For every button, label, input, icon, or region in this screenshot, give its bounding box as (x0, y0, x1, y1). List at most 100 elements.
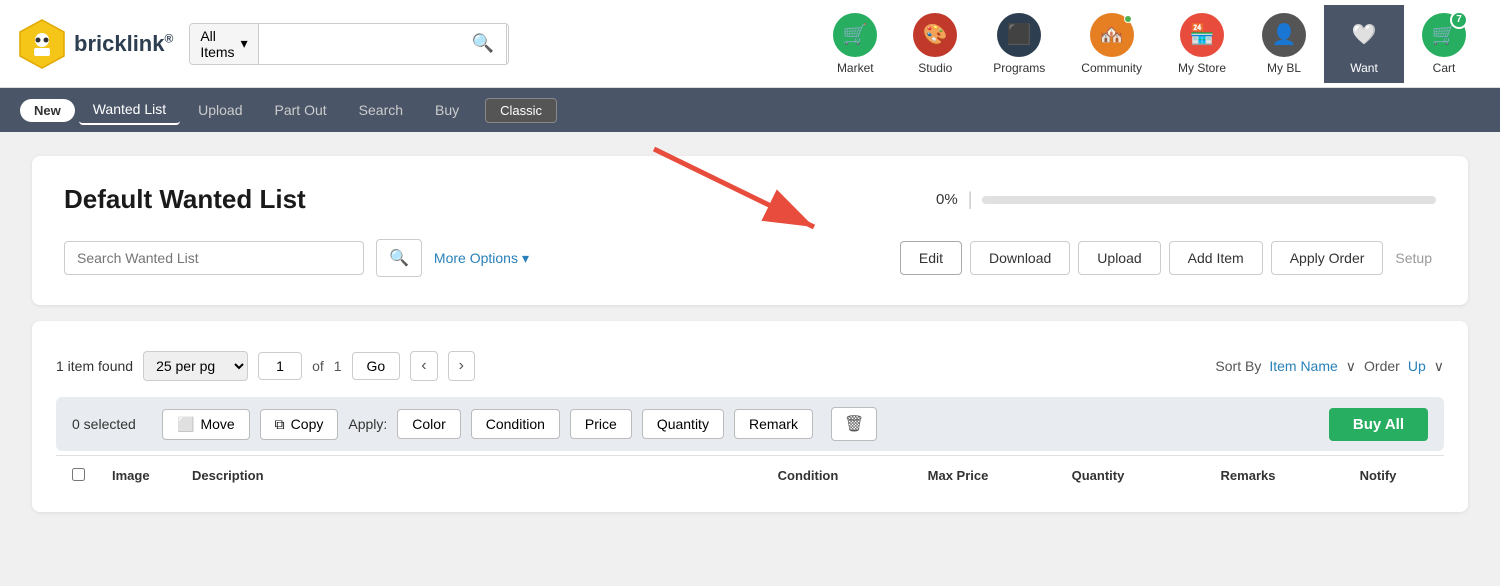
go-button[interactable]: Go (352, 352, 401, 380)
search-bar: All Items ▾ 🔍 Search (189, 23, 509, 65)
th-remarks: Remarks (1168, 468, 1328, 484)
studio-label: Studio (918, 61, 952, 75)
search-input[interactable] (259, 24, 460, 64)
market-icon: 🛒 (833, 13, 877, 57)
order-label: Order (1364, 358, 1400, 374)
community-badge (1124, 15, 1132, 23)
nav-icons: 🛒 Market 🎨 Studio ⬛ Programs 🏘️ Communit… (815, 5, 1484, 83)
want-label: Want (1350, 61, 1378, 75)
th-condition: Condition (728, 468, 888, 484)
studio-icon: 🎨 (913, 13, 957, 57)
selected-count-label: 0 selected (72, 416, 152, 432)
sub-nav-part-out[interactable]: Part Out (261, 96, 341, 124)
condition-button[interactable]: Condition (471, 409, 560, 439)
quantity-button[interactable]: Quantity (642, 409, 724, 439)
move-button[interactable]: ⬜ Move (162, 409, 250, 440)
of-label: of (312, 358, 324, 374)
move-label: Move (200, 416, 234, 432)
wanted-list-card: Default Wanted List 0% | 🔍 More Options … (32, 156, 1468, 305)
cart-label: Cart (1433, 61, 1456, 75)
upload-button[interactable]: Upload (1078, 241, 1160, 275)
delete-button[interactable]: 🗑 (831, 407, 877, 441)
sort-field-link[interactable]: Item Name (1269, 358, 1337, 374)
nav-cart[interactable]: 🛒 7 Cart (1404, 5, 1484, 83)
table-card: 1 item found 25 per pg 50 per pg 100 per… (32, 321, 1468, 512)
next-page-button[interactable]: › (448, 351, 475, 381)
nav-want[interactable]: 🤍 Want (1324, 5, 1404, 83)
sub-nav-upload[interactable]: Upload (184, 96, 256, 124)
move-icon: ⬜ (177, 416, 194, 433)
nav-programs[interactable]: ⬛ Programs (975, 5, 1063, 83)
wanted-search-icon-button[interactable]: 🔍 (376, 239, 422, 277)
download-button[interactable]: Download (970, 241, 1070, 275)
search-dropdown[interactable]: All Items ▾ (190, 24, 258, 64)
apply-order-button[interactable]: Apply Order (1271, 241, 1384, 275)
market-label: Market (837, 61, 874, 75)
copy-icon: ⧉ (275, 416, 285, 433)
color-button[interactable]: Color (397, 409, 460, 439)
progress-area: 0% | (936, 189, 1436, 210)
select-all-checkbox[interactable] (72, 468, 85, 481)
nav-community[interactable]: 🏘️ Community (1063, 5, 1160, 83)
top-nav: bricklink® All Items ▾ 🔍 Search 🛒 Market… (0, 0, 1500, 88)
setup-button[interactable]: Setup (1391, 242, 1436, 274)
community-icon: 🏘️ (1090, 13, 1134, 57)
nav-mystore[interactable]: 🏪 My Store (1160, 5, 1244, 83)
prev-page-button[interactable]: ‹ (410, 351, 437, 381)
action-buttons: Edit Download Upload Add Item Apply Orde… (900, 241, 1436, 275)
sub-nav-buy[interactable]: Buy (421, 96, 473, 124)
search-button[interactable]: Search (506, 24, 509, 64)
sort-chevron-icon: ∨ (1346, 358, 1356, 375)
logo-icon (16, 18, 68, 70)
mybl-icon: 👤 (1262, 13, 1306, 57)
new-button[interactable]: New (20, 99, 75, 122)
progress-bar-bg (982, 196, 1436, 204)
mybl-label: My BL (1267, 61, 1301, 75)
wanted-list-search-input[interactable] (64, 241, 364, 275)
title-row: Default Wanted List 0% | (64, 184, 1436, 215)
th-max-price: Max Price (888, 468, 1028, 484)
pagination-row: 1 item found 25 per pg 50 per pg 100 per… (56, 337, 1444, 389)
more-options-label: More Options (434, 250, 518, 266)
items-found-label: 1 item found (56, 358, 133, 374)
copy-button[interactable]: ⧉ Copy (260, 409, 339, 440)
th-image: Image (112, 468, 192, 484)
mystore-icon: 🏪 (1180, 13, 1224, 57)
programs-label: Programs (993, 61, 1045, 75)
logo-area: bricklink® (16, 18, 173, 70)
bulk-actions-row: 0 selected ⬜ Move ⧉ Copy Apply: Color Co… (56, 397, 1444, 451)
dropdown-label: All Items (200, 28, 234, 60)
dropdown-chevron-icon: ▾ (241, 35, 248, 52)
add-item-button[interactable]: Add Item (1169, 241, 1263, 275)
th-description: Description (192, 468, 728, 484)
buy-all-button[interactable]: Buy All (1329, 408, 1428, 441)
sort-by-label: Sort By (1215, 358, 1261, 374)
cart-icon: 🛒 7 (1422, 13, 1466, 57)
search-magnify-icon[interactable]: 🔍 (460, 33, 506, 54)
th-quantity: Quantity (1028, 468, 1168, 484)
sub-nav-search[interactable]: Search (345, 96, 417, 124)
progress-percent: 0% (936, 191, 958, 208)
nav-market[interactable]: 🛒 Market (815, 5, 895, 83)
search-row: 🔍 More Options ▾ Edit Download Upload Ad… (64, 239, 1436, 277)
programs-icon: ⬛ (997, 13, 1041, 57)
order-direction-link[interactable]: Up (1408, 358, 1426, 374)
order-chevron-icon: ∨ (1434, 358, 1444, 375)
more-options-link[interactable]: More Options ▾ (434, 250, 529, 267)
edit-button[interactable]: Edit (900, 241, 962, 275)
th-checkbox (72, 468, 112, 484)
th-notify: Notify (1328, 468, 1428, 484)
copy-label: Copy (291, 416, 324, 432)
cart-badge: 7 (1450, 11, 1468, 29)
page-number-input[interactable] (258, 352, 302, 380)
remark-button[interactable]: Remark (734, 409, 813, 439)
nav-studio[interactable]: 🎨 Studio (895, 5, 975, 83)
search-section: 🔍 More Options ▾ Edit Download Upload Ad… (64, 239, 1436, 277)
per-page-select[interactable]: 25 per pg 50 per pg 100 per pg (143, 351, 248, 381)
nav-mybl[interactable]: 👤 My BL (1244, 5, 1324, 83)
classic-button[interactable]: Classic (485, 98, 557, 123)
sub-nav-wanted-list[interactable]: Wanted List (79, 95, 180, 125)
mystore-label: My Store (1178, 61, 1226, 75)
apply-label: Apply: (348, 416, 387, 432)
price-button[interactable]: Price (570, 409, 632, 439)
